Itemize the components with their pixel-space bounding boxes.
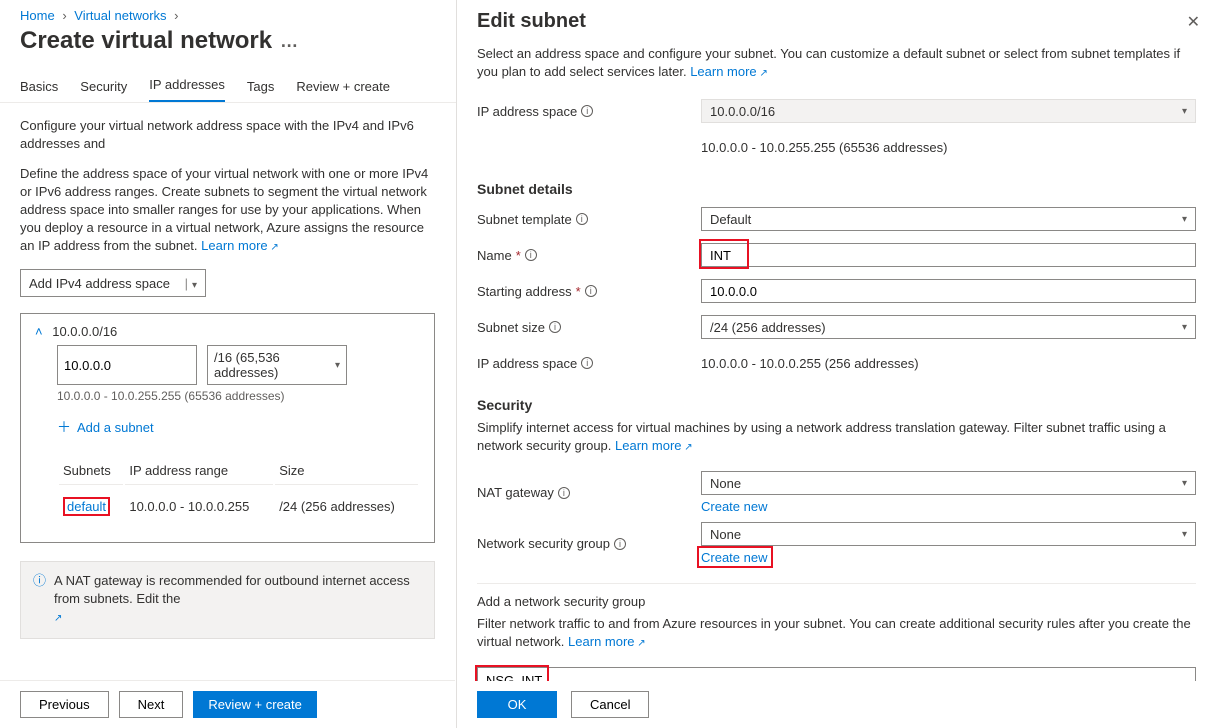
close-icon[interactable]: ✕ [1187, 12, 1200, 32]
crumb-home[interactable]: Home [20, 8, 55, 23]
info-icon[interactable]: i [585, 285, 597, 297]
info-icon[interactable]: i [549, 321, 561, 333]
label-name: Name * i [477, 248, 701, 263]
label-ip-space-2: IP address space i [477, 356, 701, 371]
col-size: Size [275, 457, 418, 485]
info-icon[interactable]: i [525, 249, 537, 261]
info-icon[interactable]: i [576, 213, 588, 225]
subnet-table: Subnets IP address range Size default 10… [57, 455, 420, 528]
subnet-size-select[interactable]: /24 (256 addresses)▾ [701, 315, 1196, 339]
tab-ip-addresses[interactable]: IP addresses [149, 77, 225, 102]
learn-more-link[interactable]: Learn more [201, 238, 279, 253]
previous-button[interactable]: Previous [20, 691, 109, 718]
cancel-button[interactable]: Cancel [571, 691, 649, 718]
subnet-size: /24 (256 addresses) [275, 487, 418, 526]
chevron-right-icon: › [174, 8, 178, 23]
security-desc: Simplify internet access for virtual mac… [477, 419, 1196, 457]
intro-text-1: Configure your virtual network address s… [20, 117, 435, 153]
learn-more-link[interactable]: Learn more [690, 64, 768, 79]
address-size-select[interactable]: /16 (65,536 addresses)▾ [207, 345, 347, 385]
panel-title: Edit subnet [477, 10, 1196, 33]
chevron-down-icon: ▾ [1182, 478, 1187, 489]
more-icon[interactable]: … [280, 31, 298, 52]
col-subnets: Subnets [59, 457, 123, 485]
label-template: Subnet template i [477, 212, 701, 227]
crumb-vnets[interactable]: Virtual networks [74, 8, 166, 23]
chevron-down-icon: ▾ [335, 360, 340, 371]
add-subnet-button[interactable]: ＋ Add a subnet [57, 417, 420, 437]
nat-notice: ⓘ A NAT gateway is recommended for outbo… [20, 561, 435, 639]
chevron-down-icon: ▾ [1182, 106, 1187, 117]
learn-more-link[interactable]: Learn more [568, 634, 646, 649]
info-icon: ⓘ [33, 572, 46, 628]
tab-tags[interactable]: Tags [247, 79, 274, 102]
nat-gateway-select[interactable]: None▾ [701, 471, 1196, 495]
chevron-right-icon: › [62, 8, 66, 23]
chevron-down-icon: ▾ [1182, 529, 1187, 540]
address-ip-input[interactable] [57, 345, 197, 385]
chevron-down-icon: ▾ [192, 280, 197, 291]
label-subnet-size: Subnet size i [477, 320, 701, 335]
chevron-down-icon: ▾ [1182, 322, 1187, 333]
edit-subnet-panel: ✕ Edit subnet Select an address space an… [456, 0, 1216, 728]
label-ip-space: IP address space i [477, 104, 701, 119]
nsg-select[interactable]: None▾ [701, 522, 1196, 546]
learn-more-link[interactable]: Learn more [615, 438, 693, 453]
ip-space-hint: 10.0.0.0 - 10.0.255.255 (65536 addresses… [701, 140, 1196, 155]
subnet-row[interactable]: default 10.0.0.0 - 10.0.0.255 /24 (256 a… [59, 487, 418, 526]
tab-basics[interactable]: Basics [20, 79, 58, 102]
info-icon[interactable]: i [581, 105, 593, 117]
label-nat-gateway: NAT gateway i [477, 485, 701, 500]
chevron-down-icon: ▾ [1182, 214, 1187, 225]
info-icon[interactable]: i [581, 357, 593, 369]
col-range: IP address range [125, 457, 273, 485]
next-button[interactable]: Next [119, 691, 184, 718]
label-nsg: Network security group i [477, 536, 701, 551]
left-pane: Configure your virtual network address s… [0, 103, 455, 639]
wizard-footer: Previous Next Review + create [0, 680, 455, 728]
tab-review[interactable]: Review + create [296, 79, 390, 102]
subnet-name-input[interactable] [701, 243, 1196, 267]
ip-space-computed: 10.0.0.0 - 10.0.0.255 (256 addresses) [701, 356, 1196, 371]
ip-space-select[interactable]: 10.0.0.0/16▾ [701, 99, 1196, 123]
tab-security[interactable]: Security [80, 79, 127, 102]
review-create-button[interactable]: Review + create [193, 691, 317, 718]
intro-text-2: Define the address space of your virtual… [20, 165, 435, 257]
info-icon[interactable]: i [614, 538, 626, 550]
template-select[interactable]: Default▾ [701, 207, 1196, 231]
chevron-up-icon: ˄ [35, 324, 43, 339]
nsg-create-new-link[interactable]: Create new [701, 550, 767, 565]
ok-button[interactable]: OK [477, 691, 557, 718]
start-address-input[interactable] [701, 279, 1196, 303]
address-space-box: ˄ 10.0.0.0/16 /16 (65,536 addresses)▾ 10… [20, 313, 435, 543]
plus-icon: ＋ [57, 417, 71, 437]
external-link-icon[interactable] [54, 609, 62, 624]
add-nsg-desc: Filter network traffic to and from Azure… [477, 615, 1196, 653]
panel-footer: OK Cancel [457, 681, 1216, 728]
panel-intro: Select an address space and configure yo… [477, 45, 1196, 83]
nat-create-new-link[interactable]: Create new [701, 499, 767, 514]
address-range-hint: 10.0.0.0 - 10.0.255.255 (65536 addresses… [57, 389, 420, 403]
add-nsg-title: Add a network security group [477, 594, 1196, 609]
address-space-header[interactable]: ˄ 10.0.0.0/16 [35, 324, 420, 339]
label-start-address: Starting address * i [477, 284, 701, 299]
section-subnet-details: Subnet details [477, 181, 1196, 197]
subnet-name-link[interactable]: default [67, 499, 106, 514]
add-nsg-section: Add a network security group Filter netw… [477, 583, 1196, 693]
section-security: Security [477, 397, 1196, 413]
info-icon[interactable]: i [558, 487, 570, 499]
add-address-space-dropdown[interactable]: Add IPv4 address space |▾ [20, 269, 206, 297]
subnet-range: 10.0.0.0 - 10.0.0.255 [125, 487, 273, 526]
